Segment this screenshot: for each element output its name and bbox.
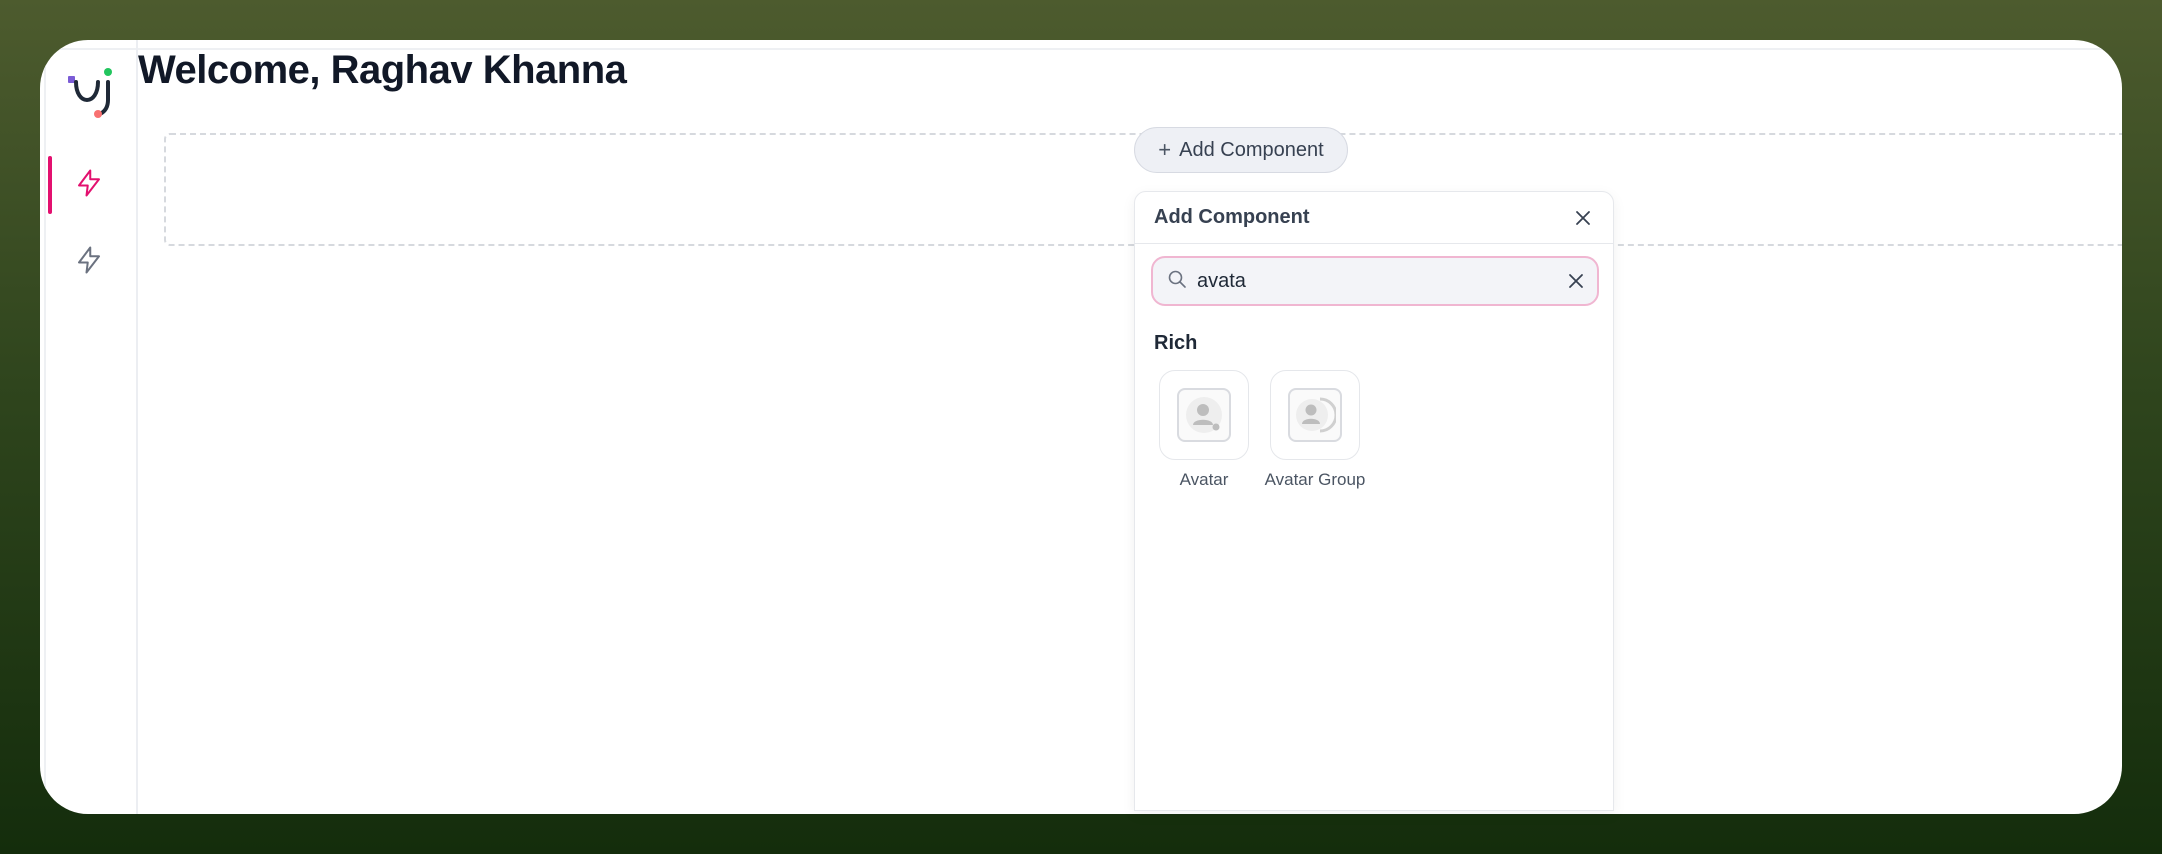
component-label: Avatar Group <box>1264 470 1366 489</box>
lightning-icon <box>74 168 104 203</box>
section-label-rich: Rich <box>1154 332 1198 354</box>
sidebar <box>40 40 138 814</box>
panel-header: Add Component <box>1135 192 1613 244</box>
plus-icon: + <box>1158 137 1172 162</box>
sidebar-item-components[interactable] <box>40 233 138 291</box>
avatar-group-icon <box>1288 388 1342 442</box>
panel-title: Add Component <box>1154 206 1310 228</box>
component-label: Avatar <box>1179 470 1229 489</box>
component-tile <box>1159 370 1249 460</box>
clear-search-button[interactable] <box>1567 272 1585 290</box>
search-icon <box>1167 269 1187 294</box>
close-button[interactable] <box>1569 204 1597 232</box>
component-item-avatar[interactable]: Avatar <box>1159 370 1249 490</box>
add-component-panel: Add Component Rich Avatar <box>1134 191 1614 811</box>
component-item-avatar-group[interactable]: Avatar Group <box>1263 370 1367 490</box>
add-component-label: Add Component <box>1179 138 1324 161</box>
close-icon <box>1576 210 1590 225</box>
sidebar-item-components-active[interactable] <box>40 156 138 214</box>
search-box <box>1151 256 1599 306</box>
component-tile <box>1270 370 1360 460</box>
app-window: Welcome, Raghav Khanna <box>40 40 2122 814</box>
search-input[interactable] <box>1197 269 1567 293</box>
avatar-icon <box>1177 388 1231 442</box>
app-logo-icon[interactable] <box>64 62 120 118</box>
clear-icon <box>1569 274 1583 288</box>
add-component-button[interactable]: + Add Component <box>1134 127 1348 173</box>
page-title: Welcome, Raghav Khanna <box>138 48 627 92</box>
lightning-icon <box>74 245 104 280</box>
